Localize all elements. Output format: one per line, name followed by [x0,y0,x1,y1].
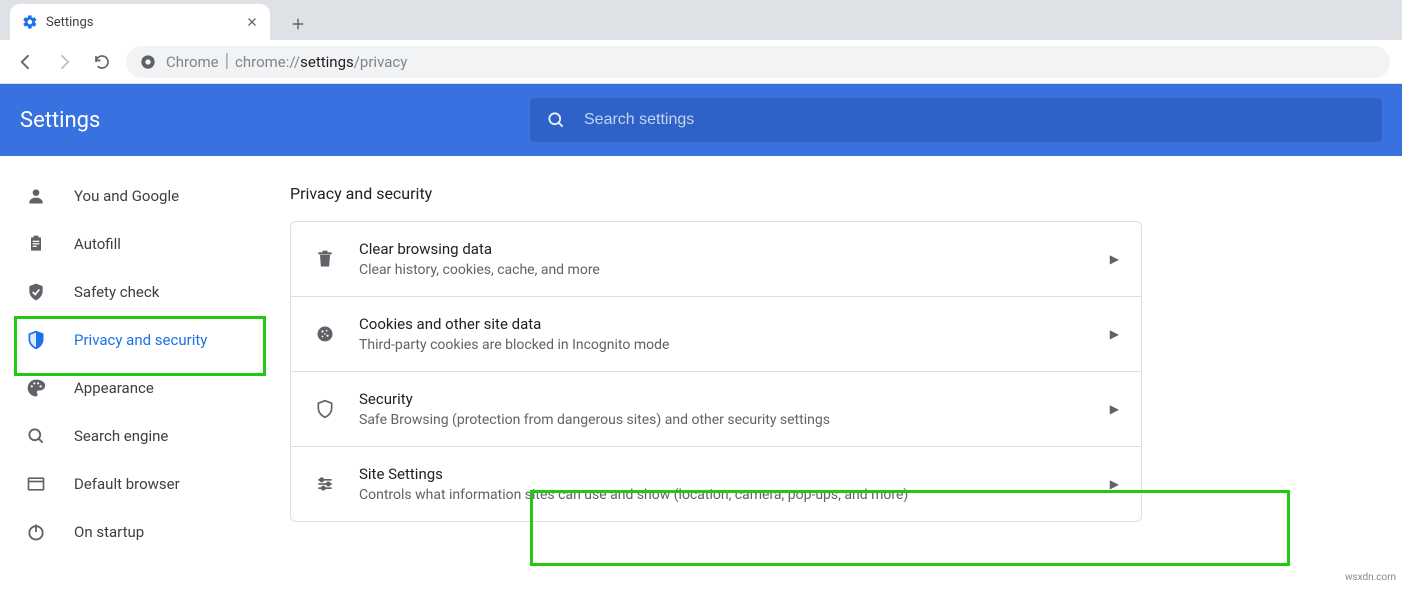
row-text: Security Safe Browsing (protection from … [359,390,1088,428]
chrome-logo-icon [140,54,156,70]
search-icon [546,110,566,130]
reload-button[interactable] [88,48,116,76]
power-icon [24,522,48,542]
browser-tab[interactable]: Settings [10,4,270,40]
search-input[interactable] [584,111,1366,129]
chevron-right-icon: ▶ [1110,327,1119,341]
person-icon [24,186,48,206]
back-button[interactable] [12,48,40,76]
sidebar-item-label: Privacy and security [74,331,207,349]
row-security[interactable]: Security Safe Browsing (protection from … [291,372,1141,447]
sidebar-item-safety-check[interactable]: Safety check [0,268,290,316]
url-text: Chrome|chrome://settings/privacy [166,51,407,72]
content: You and Google Autofill Safety check Pri… [0,156,1402,556]
shield-check-icon [24,282,48,302]
trash-icon [313,249,337,269]
sidebar-item-appearance[interactable]: Appearance [0,364,290,412]
sidebar-item-on-startup[interactable]: On startup [0,508,290,556]
search-icon [24,426,48,446]
shield-icon [24,330,48,350]
sidebar-item-you-and-google[interactable]: You and Google [0,172,290,220]
row-title: Clear browsing data [359,240,1088,258]
shield-icon [313,399,337,419]
browser-chrome: Settings Chrome|chrome://settings/privac… [0,0,1402,84]
sidebar-item-label: Appearance [74,379,154,397]
page-title: Settings [20,108,530,133]
sidebar-item-privacy-security[interactable]: Privacy and security [0,316,290,364]
omnibox[interactable]: Chrome|chrome://settings/privacy [126,46,1390,78]
sidebar-item-label: Search engine [74,427,168,445]
cookie-icon [313,324,337,344]
row-subtitle: Safe Browsing (protection from dangerous… [359,412,1088,428]
sidebar-item-label: You and Google [74,187,179,205]
search-box[interactable] [530,98,1382,142]
row-title: Cookies and other site data [359,315,1088,333]
row-text: Clear browsing data Clear history, cooki… [359,240,1088,278]
sidebar-item-default-browser[interactable]: Default browser [0,460,290,508]
chevron-right-icon: ▶ [1110,252,1119,266]
row-text: Site Settings Controls what information … [359,465,1088,503]
main-panel: Privacy and security Clear browsing data… [290,156,1402,556]
row-text: Cookies and other site data Third-party … [359,315,1088,353]
row-subtitle: Clear history, cookies, cache, and more [359,262,1088,278]
sidebar: You and Google Autofill Safety check Pri… [0,156,290,556]
address-bar: Chrome|chrome://settings/privacy [0,40,1402,84]
tab-bar: Settings [0,0,1402,40]
settings-gear-icon [22,14,38,30]
sidebar-item-label: Safety check [74,283,159,301]
chevron-right-icon: ▶ [1110,477,1119,491]
new-tab-button[interactable] [282,8,314,40]
settings-header: Settings [0,84,1402,156]
palette-icon [24,378,48,398]
tab-title: Settings [46,15,238,30]
row-cookies[interactable]: Cookies and other site data Third-party … [291,297,1141,372]
watermark: wsxdn.com [1345,572,1396,583]
close-tab-icon[interactable] [246,16,258,28]
row-title: Site Settings [359,465,1088,483]
clipboard-icon [24,234,48,254]
sidebar-item-autofill[interactable]: Autofill [0,220,290,268]
sidebar-item-label: On startup [74,523,144,541]
row-subtitle: Controls what information sites can use … [359,487,1088,503]
chevron-right-icon: ▶ [1110,402,1119,416]
row-site-settings[interactable]: Site Settings Controls what information … [291,447,1141,521]
sidebar-item-label: Default browser [74,475,180,493]
row-clear-browsing-data[interactable]: Clear browsing data Clear history, cooki… [291,222,1141,297]
privacy-card: Clear browsing data Clear history, cooki… [290,221,1142,522]
row-subtitle: Third-party cookies are blocked in Incog… [359,337,1088,353]
tune-icon [313,474,337,494]
sidebar-item-label: Autofill [74,235,121,253]
forward-button[interactable] [50,48,78,76]
row-title: Security [359,390,1088,408]
sidebar-item-search-engine[interactable]: Search engine [0,412,290,460]
browser-window-icon [24,474,48,494]
section-title: Privacy and security [290,184,1142,203]
